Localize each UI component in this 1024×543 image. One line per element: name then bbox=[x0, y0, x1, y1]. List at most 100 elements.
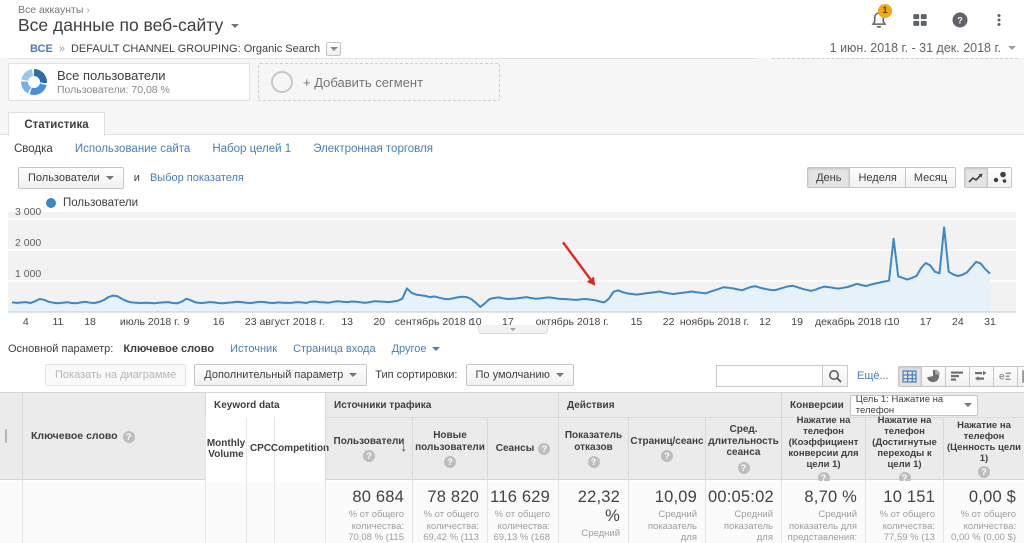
granularity-controls: День Неделя Месяц bbox=[807, 167, 1012, 188]
report-path-row: ВСЕ » DEFAULT CHANNEL GROUPING: Organic … bbox=[0, 40, 1024, 58]
column-header-goal-completions[interactable]: Нажатие на телефон (Достигнутые переходы… bbox=[865, 417, 943, 481]
help-icon[interactable] bbox=[661, 450, 673, 462]
x-tick-label: декабрь 2018 г. bbox=[815, 316, 890, 328]
divider-dashed bbox=[772, 58, 1018, 59]
column-header-goal-value[interactable]: Нажатие на телефон (Ценность цели 1) bbox=[943, 417, 1024, 481]
column-sessions-label: Сеансы bbox=[496, 443, 535, 455]
chart-type-line-button[interactable] bbox=[964, 167, 988, 188]
help-icon[interactable] bbox=[588, 456, 600, 468]
column-competition-label: Competition bbox=[271, 443, 329, 455]
view-table-button[interactable] bbox=[898, 366, 922, 387]
annotations-pull-tab[interactable] bbox=[478, 325, 548, 334]
segment-subtitle: Пользователи: 70,08 % bbox=[57, 84, 170, 96]
subtab-ecommerce[interactable]: Электронная торговля bbox=[313, 143, 433, 155]
granularity-day-button[interactable]: День bbox=[807, 167, 850, 188]
view-term-cloud-button[interactable]: e bbox=[994, 366, 1018, 387]
advanced-search-link[interactable]: Ещё... bbox=[857, 370, 889, 382]
add-segment-label: + Добавить сегмент bbox=[303, 75, 423, 90]
date-range-selector[interactable]: 1 июн. 2018 г. - 31 дек. 2018 г. bbox=[830, 41, 1016, 55]
x-tick-label: 10 bbox=[888, 316, 900, 328]
sort-type-dropdown[interactable]: По умолчанию bbox=[466, 364, 574, 386]
plot-rows-button[interactable]: Показать на диаграмме bbox=[45, 364, 186, 386]
help-icon[interactable] bbox=[363, 450, 375, 462]
page-title: Все данные по веб-сайту bbox=[18, 15, 223, 36]
segment-chip-all-users[interactable]: Все пользователи Пользователи: 70,08 % bbox=[8, 63, 250, 101]
subtab-site-usage[interactable]: Использование сайта bbox=[75, 143, 190, 155]
chevron-down-icon bbox=[330, 47, 338, 51]
select-metric-link[interactable]: Выбор показателя bbox=[150, 172, 244, 184]
search-button[interactable] bbox=[822, 365, 848, 387]
term-cloud-icon: e bbox=[998, 370, 1012, 382]
dimension-keyword[interactable]: Ключевое слово bbox=[123, 343, 214, 355]
apps-grid-icon bbox=[910, 10, 930, 30]
select-all-checkbox[interactable] bbox=[5, 430, 7, 442]
column-header-sessions[interactable]: Сеансы bbox=[487, 417, 558, 481]
total-new-users: 78 820 % от общего количества: 69,42 % (… bbox=[412, 481, 487, 543]
sort-type-label: Тип сортировки: bbox=[375, 369, 457, 381]
total-completions-note: % от общего количества: 77,59 % (13 083) bbox=[868, 509, 935, 543]
chart-type-motion-button[interactable] bbox=[988, 167, 1012, 188]
help-icon[interactable] bbox=[123, 431, 135, 443]
search-input[interactable] bbox=[716, 365, 822, 387]
help-icon[interactable] bbox=[538, 443, 550, 455]
x-tick-label: сентябрь 2018 г. bbox=[395, 316, 474, 328]
column-header-users[interactable]: Пользователи ↓ bbox=[325, 417, 412, 481]
add-segment-button[interactable]: + Добавить сегмент bbox=[258, 63, 500, 101]
notifications-button[interactable]: 1 bbox=[868, 9, 890, 34]
analytics-app: Все аккаунты › Все данные по веб-сайту 1 bbox=[0, 0, 1024, 543]
view-comparison-button[interactable] bbox=[970, 366, 994, 387]
granularity-month-button[interactable]: Месяц bbox=[906, 167, 956, 188]
group-traffic-label: Источники трафика bbox=[334, 400, 431, 411]
help-button[interactable]: ? bbox=[950, 10, 970, 33]
total-sessions: 116 629 % от общего количества: 69,13 % … bbox=[487, 481, 558, 543]
motion-chart-icon bbox=[992, 171, 1008, 184]
total-sessions-value: 116 629 bbox=[490, 488, 550, 507]
dimension-landing-page[interactable]: Страница входа bbox=[293, 343, 376, 355]
help-icon[interactable] bbox=[444, 456, 456, 468]
column-header-pages-per-session[interactable]: Страниц/сеанс bbox=[628, 417, 705, 481]
view-percentage-button[interactable] bbox=[922, 366, 946, 387]
column-header-avg-session-duration[interactable]: Сред. длительность сеанса bbox=[705, 417, 781, 481]
secondary-dimension-button[interactable]: Дополнительный параметр bbox=[194, 364, 367, 386]
overflow-menu-button[interactable] bbox=[990, 10, 1008, 33]
help-icon[interactable] bbox=[738, 462, 750, 474]
x-tick-label: июль 2018 г. bbox=[120, 316, 180, 328]
view-pivot-button[interactable] bbox=[1018, 366, 1024, 387]
help-icon[interactable] bbox=[978, 466, 990, 478]
x-tick-label: 17 bbox=[920, 316, 932, 328]
column-header-competition[interactable]: Competition bbox=[274, 417, 325, 481]
dimension-other-dropdown[interactable]: Другое bbox=[392, 343, 440, 355]
view-performance-button[interactable] bbox=[946, 366, 970, 387]
svg-text:?: ? bbox=[957, 15, 963, 25]
report-path-all-link[interactable]: ВСЕ bbox=[30, 43, 53, 55]
checkbox-icon bbox=[5, 429, 7, 443]
comparison-icon bbox=[974, 370, 988, 382]
subtab-summary[interactable]: Сводка bbox=[14, 143, 53, 155]
column-header-goal-conversion-rate[interactable]: Нажатие на телефон (Коэффициент конверси… bbox=[781, 417, 865, 481]
pie-chart-icon bbox=[926, 369, 940, 383]
y-tick-label: 1 000 bbox=[15, 268, 41, 280]
tab-statistics[interactable]: Статистика bbox=[8, 112, 105, 136]
column-header-cpc[interactable]: CPC bbox=[246, 417, 274, 481]
x-tick-label: 12 bbox=[759, 316, 771, 328]
column-header-keyword[interactable]: Ключевое слово bbox=[22, 393, 205, 481]
apps-button[interactable] bbox=[910, 10, 930, 33]
granularity-week-button[interactable]: Неделя bbox=[850, 167, 905, 188]
chevron-down-icon bbox=[510, 328, 516, 331]
subtab-goal-set-1[interactable]: Набор целей 1 bbox=[212, 143, 291, 155]
column-header-new-users[interactable]: Новые пользователи bbox=[412, 417, 487, 481]
channel-dropdown-button[interactable] bbox=[326, 42, 341, 56]
total-duration-value: 00:05:02 bbox=[708, 488, 773, 507]
column-header-bounce-rate[interactable]: Показатель отказов bbox=[558, 417, 628, 481]
column-conversion-rate-label: Нажатие на телефон (Коэффициент конверси… bbox=[782, 415, 865, 470]
table-view-icon bbox=[902, 370, 917, 383]
y-tick-label: 2 000 bbox=[15, 237, 41, 249]
goal-selector-dropdown[interactable]: Цель 1: Нажатие на телефон bbox=[850, 395, 978, 416]
metric-dropdown-button[interactable]: Пользователи bbox=[18, 167, 124, 189]
column-monthly-volume-label: Monthly Volume bbox=[206, 438, 246, 461]
totals-row: 80 684 % от общего количества: 70,08 % (… bbox=[0, 481, 1024, 543]
dimension-source[interactable]: Источник bbox=[230, 343, 277, 355]
property-selector[interactable]: Все данные по веб-сайту bbox=[18, 15, 239, 36]
granularity-month-label: Месяц bbox=[914, 172, 947, 184]
column-header-monthly-volume[interactable]: Monthly Volume bbox=[205, 417, 246, 481]
